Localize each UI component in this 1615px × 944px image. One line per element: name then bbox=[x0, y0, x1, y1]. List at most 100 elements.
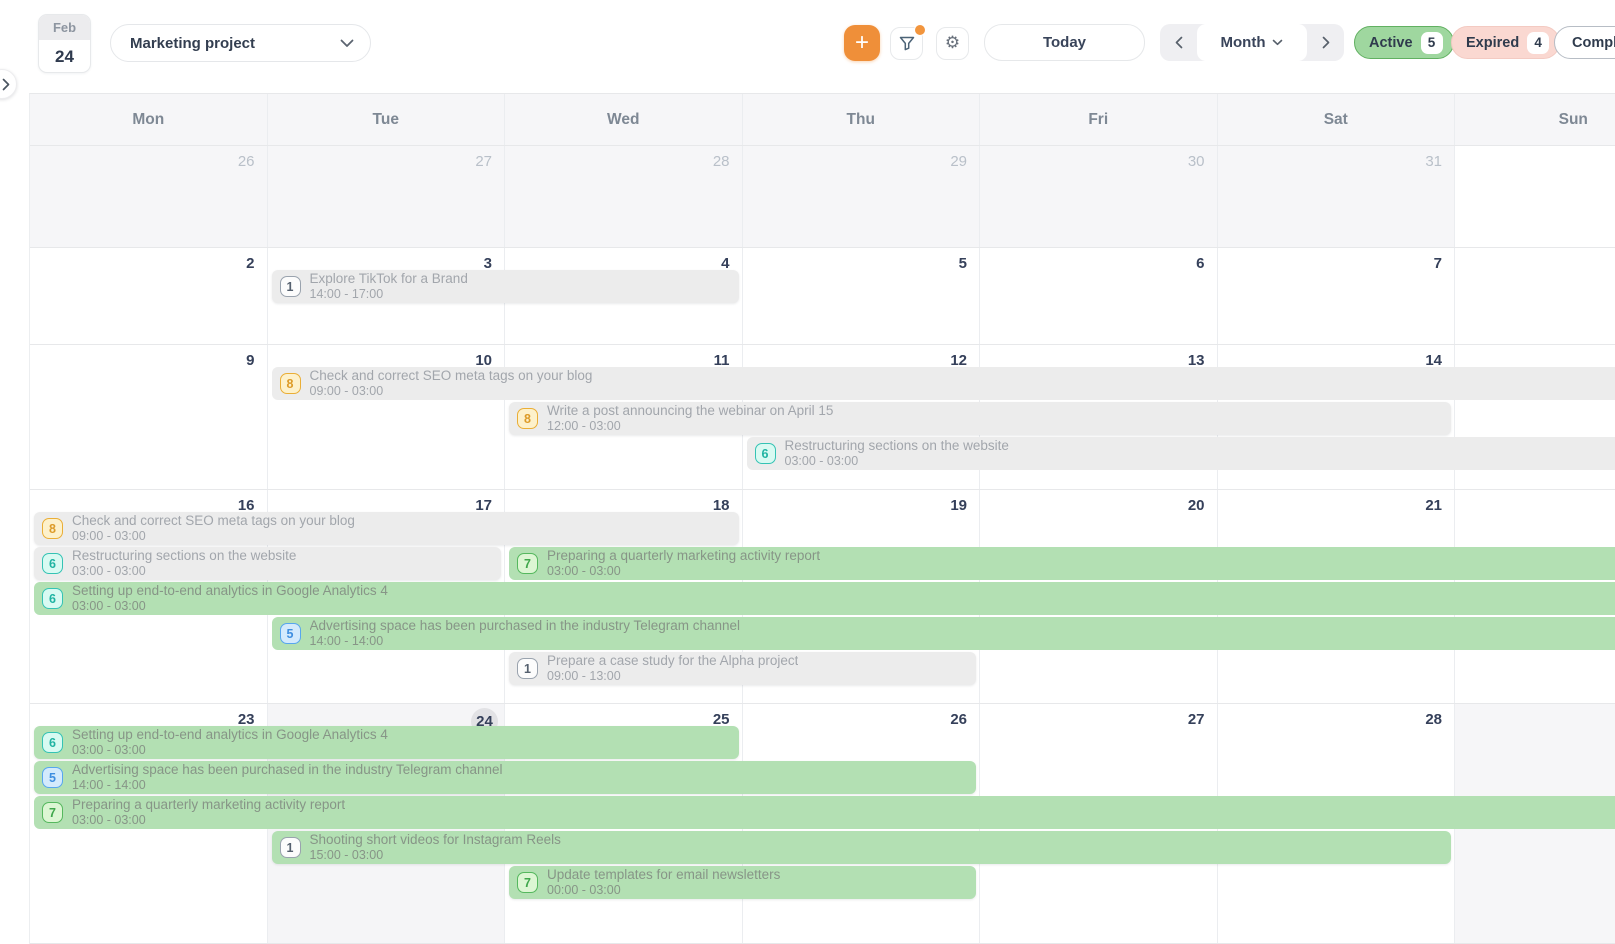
event-bar[interactable]: 1 Explore TikTok for a Brand14:00 - 17:00 bbox=[272, 270, 739, 303]
event-time: 14:00 - 17:00 bbox=[310, 287, 468, 302]
month-calendar-grid: MonTueWedThuFriSatSun2627282930311234567… bbox=[29, 93, 1615, 944]
event-title: Restructuring sections on the website bbox=[785, 438, 1009, 454]
prev-period-button[interactable] bbox=[1160, 24, 1197, 61]
event-text: Explore TikTok for a Brand14:00 - 17:00 bbox=[310, 271, 468, 302]
event-count-badge: 1 bbox=[280, 837, 301, 858]
week-row: 2345678 bbox=[30, 248, 1615, 345]
view-mode-label: Month bbox=[1221, 34, 1266, 51]
gear-icon: ⚙ bbox=[945, 35, 960, 52]
event-count-badge: 5 bbox=[280, 623, 301, 644]
day-header: Sun bbox=[1455, 94, 1615, 145]
event-time: 03:00 - 03:00 bbox=[72, 743, 388, 758]
chevron-down-icon bbox=[1272, 39, 1283, 46]
event-title: Advertising space has been purchased in … bbox=[72, 762, 503, 778]
filter-button[interactable] bbox=[890, 27, 923, 60]
filter-notification-dot bbox=[914, 24, 926, 36]
sidebar-expand-button[interactable] bbox=[0, 69, 17, 99]
event-title: Update templates for email newsletters bbox=[547, 867, 780, 883]
date-number: 20 bbox=[1188, 497, 1205, 514]
day-header: Wed bbox=[505, 94, 743, 145]
day-cell[interactable]: 6 bbox=[980, 248, 1218, 344]
filter-pill-completed[interactable]: Completed bbox=[1554, 26, 1615, 59]
day-cell[interactable]: 30 bbox=[980, 146, 1218, 247]
project-selector[interactable]: Marketing project bbox=[110, 24, 371, 62]
date-number: 31 bbox=[1425, 153, 1442, 170]
event-title: Restructuring sections on the website bbox=[72, 548, 296, 564]
event-count-badge: 8 bbox=[517, 408, 538, 429]
day-cell[interactable]: 28 bbox=[505, 146, 743, 247]
day-cell[interactable]: 8 bbox=[1455, 248, 1615, 344]
event-bar[interactable]: 5 Advertising space has been purchased in… bbox=[272, 617, 1615, 650]
date-number: 9 bbox=[246, 352, 254, 369]
event-time: 12:00 - 03:00 bbox=[547, 419, 833, 434]
date-number: 29 bbox=[950, 153, 967, 170]
event-time: 03:00 - 03:00 bbox=[72, 564, 296, 579]
event-title: Shooting short videos for Instagram Reel… bbox=[310, 832, 561, 848]
day-header: Fri bbox=[980, 94, 1218, 145]
event-bar[interactable]: 6Setting up end-to-end analytics in Goog… bbox=[34, 726, 739, 759]
today-button[interactable]: Today bbox=[984, 24, 1145, 61]
mini-date-month: Feb bbox=[39, 15, 90, 40]
mini-date-day: 24 bbox=[39, 40, 90, 73]
date-number: 27 bbox=[1188, 711, 1205, 728]
day-cell[interactable]: 27 bbox=[268, 146, 506, 247]
mini-date-widget: Feb 24 bbox=[38, 14, 91, 73]
date-number: 5 bbox=[959, 255, 967, 272]
event-text: Advertising space has been purchased in … bbox=[310, 618, 741, 649]
event-bar[interactable]: 8 Check and correct SEO meta tags on your… bbox=[34, 512, 739, 545]
date-number: 7 bbox=[1434, 255, 1442, 272]
event-count-badge: 6 bbox=[42, 588, 63, 609]
day-cell[interactable]: 9 bbox=[30, 345, 268, 489]
event-bar[interactable]: 6 Setting up end-to-end analytics in Goog… bbox=[34, 582, 1615, 615]
event-time: 03:00 - 03:00 bbox=[785, 454, 1009, 469]
event-bar[interactable]: 8 Write a post announcing the webinar on … bbox=[509, 402, 1451, 435]
filter-pill-label: Active bbox=[1369, 35, 1413, 51]
event-bar[interactable]: 7 Preparing a quarterly marketing activit… bbox=[509, 547, 1615, 580]
date-number: 28 bbox=[713, 153, 730, 170]
period-navigator: Month bbox=[1160, 24, 1344, 61]
date-number: 26 bbox=[238, 153, 255, 170]
filter-pill-expired[interactable]: Expired 4 bbox=[1451, 26, 1560, 59]
event-bar[interactable]: 1 Shooting short videos for Instagram Ree… bbox=[272, 831, 1452, 864]
event-bar[interactable]: 1Prepare a case study for the Alpha proj… bbox=[509, 652, 976, 685]
event-text: Write a post announcing the webinar on A… bbox=[547, 403, 833, 434]
event-bar[interactable]: 6Restructuring sections on the website03… bbox=[747, 437, 1615, 470]
date-number: 30 bbox=[1188, 153, 1205, 170]
day-cell[interactable]: 7 bbox=[1218, 248, 1456, 344]
event-bar[interactable]: 5Advertising space has been purchased in… bbox=[34, 761, 976, 794]
date-number: 27 bbox=[475, 153, 492, 170]
day-cell[interactable]: 29 bbox=[743, 146, 981, 247]
event-bar[interactable]: 8Check and correct SEO meta tags on your… bbox=[272, 367, 1615, 400]
event-bar[interactable]: 7Preparing a quarterly marketing activit… bbox=[34, 796, 1615, 829]
day-cell[interactable]: 1 bbox=[1455, 146, 1615, 247]
event-bar[interactable]: 6Restructuring sections on the website03… bbox=[34, 547, 501, 580]
next-period-button[interactable] bbox=[1307, 24, 1344, 61]
event-time: 03:00 - 03:00 bbox=[547, 564, 820, 579]
add-task-button[interactable]: + bbox=[844, 25, 880, 61]
date-number: 21 bbox=[1425, 497, 1442, 514]
day-cell[interactable]: 2 bbox=[30, 248, 268, 344]
event-count-badge: 7 bbox=[517, 872, 538, 893]
funnel-icon bbox=[899, 36, 915, 51]
filter-pill-active[interactable]: Active 5 bbox=[1354, 26, 1454, 59]
event-title: Write a post announcing the webinar on A… bbox=[547, 403, 833, 419]
event-time: 14:00 - 14:00 bbox=[310, 634, 741, 649]
day-cell[interactable]: 5 bbox=[743, 248, 981, 344]
event-time: 09:00 - 13:00 bbox=[547, 669, 798, 684]
event-count-badge: 1 bbox=[280, 276, 301, 297]
day-header: Thu bbox=[743, 94, 981, 145]
settings-button[interactable]: ⚙ bbox=[936, 27, 969, 60]
event-count-badge: 7 bbox=[517, 553, 538, 574]
event-text: Setting up end-to-end analytics in Googl… bbox=[72, 583, 388, 614]
event-text: Preparing a quarterly marketing activity… bbox=[547, 548, 820, 579]
event-count-badge: 1 bbox=[517, 658, 538, 679]
event-text: Shooting short videos for Instagram Reel… bbox=[310, 832, 561, 863]
view-mode-selector[interactable]: Month bbox=[1197, 24, 1307, 61]
event-title: Setting up end-to-end analytics in Googl… bbox=[72, 727, 388, 743]
event-title: Preparing a quarterly marketing activity… bbox=[547, 548, 820, 564]
event-bar[interactable]: 7Update templates for email newsletters0… bbox=[509, 866, 976, 899]
event-title: Check and correct SEO meta tags on your … bbox=[72, 513, 355, 529]
day-cell[interactable]: 26 bbox=[30, 146, 268, 247]
event-count-badge: 8 bbox=[42, 518, 63, 539]
day-cell[interactable]: 31 bbox=[1218, 146, 1456, 247]
